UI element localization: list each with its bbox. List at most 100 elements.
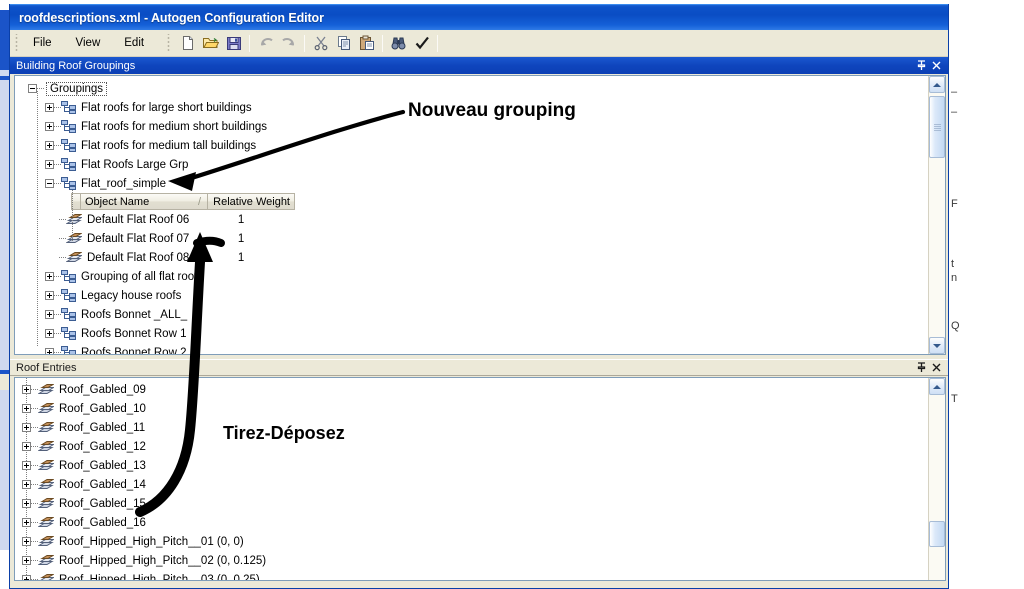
tree-row-grouping[interactable]: Flat Roofs Large Grp bbox=[15, 155, 928, 174]
find-button[interactable] bbox=[387, 32, 410, 54]
grid-column-relative-weight[interactable]: Relative Weight bbox=[208, 194, 294, 209]
pin-icon[interactable] bbox=[914, 59, 929, 73]
grid-column-object-name[interactable]: Object Name / bbox=[81, 194, 208, 209]
entry-expander[interactable] bbox=[22, 556, 31, 565]
roof-entries-scrollbar-thumb[interactable] bbox=[929, 521, 945, 547]
list-item[interactable]: Roof_Gabled_12 bbox=[15, 437, 928, 456]
new-file-button[interactable] bbox=[176, 32, 199, 54]
grouping-expander[interactable] bbox=[45, 272, 54, 281]
list-item[interactable]: Roof_Hipped_High_Pitch__01 (0, 0) bbox=[15, 532, 928, 551]
undo-button[interactable] bbox=[254, 32, 277, 54]
grouping-icon bbox=[61, 289, 76, 302]
grid-row-connector bbox=[59, 257, 66, 258]
menu-gripper[interactable] bbox=[13, 34, 21, 52]
list-item[interactable]: Roof_Gabled_11 bbox=[15, 418, 928, 437]
tree-row-grouping[interactable]: Flat roofs for large short buildings bbox=[15, 98, 928, 117]
close-icon[interactable] bbox=[929, 59, 944, 73]
grid-row[interactable]: Default Flat Roof 06 1 bbox=[15, 210, 928, 229]
list-item[interactable]: Roof_Hipped_High_Pitch__02 (0, 0.125) bbox=[15, 551, 928, 570]
grouping-expander[interactable] bbox=[45, 348, 54, 354]
entry-expander[interactable] bbox=[22, 499, 31, 508]
grouping-expander[interactable] bbox=[45, 160, 54, 169]
entry-connector bbox=[31, 427, 38, 428]
grid-cell-object-name: Default Flat Roof 07 bbox=[87, 232, 190, 245]
entry-expander[interactable] bbox=[22, 461, 31, 470]
groupings-scrollbar-thumb[interactable] bbox=[929, 96, 945, 158]
panel-title-roof-entries: Roof Entries bbox=[16, 361, 77, 374]
redo-arrow-icon bbox=[281, 37, 294, 46]
toolbar-gripper[interactable] bbox=[165, 34, 174, 52]
groupings-tree[interactable]: Groupings Flat roofs for large short bui… bbox=[15, 76, 928, 354]
roof-entries-tree[interactable]: Roof_Gabled_09 Roof_Gabled_10 Roof_Gable… bbox=[15, 378, 928, 580]
entry-expander[interactable] bbox=[22, 423, 31, 432]
list-item-label: Roof_Hipped_High_Pitch__02 (0, 0.125) bbox=[59, 554, 267, 567]
redo-button[interactable] bbox=[277, 32, 300, 54]
grid-cell-relative-weight: 1 bbox=[237, 232, 245, 245]
open-file-button[interactable] bbox=[199, 32, 222, 54]
entry-expander[interactable] bbox=[22, 575, 31, 580]
grouping-expander[interactable] bbox=[45, 141, 54, 150]
list-item[interactable]: Roof_Hipped_High_Pitch__03 (0, 0.25) bbox=[15, 570, 928, 580]
roof-icon bbox=[37, 478, 56, 491]
grouping-expander[interactable] bbox=[45, 179, 54, 188]
grouping-expander[interactable] bbox=[45, 291, 54, 300]
list-item[interactable]: Roof_Gabled_16 bbox=[15, 513, 928, 532]
tree-row-grouping[interactable]: Legacy house roofs bbox=[15, 286, 928, 305]
grouping-connector bbox=[54, 164, 61, 165]
cut-button[interactable] bbox=[309, 32, 332, 54]
list-item[interactable]: Roof_Gabled_15 bbox=[15, 494, 928, 513]
grouping-expander[interactable] bbox=[45, 103, 54, 112]
tree-row-grouping-expanded[interactable]: Flat_roof_simple bbox=[15, 174, 928, 193]
grouping-expander[interactable] bbox=[45, 122, 54, 131]
panel-header-roof-entries[interactable]: Roof Entries bbox=[10, 359, 948, 376]
groupings-vertical-scrollbar[interactable] bbox=[928, 76, 945, 354]
list-item-label: Roof_Gabled_15 bbox=[59, 497, 146, 510]
pin-glyph bbox=[917, 60, 926, 70]
list-item[interactable]: Roof_Gabled_14 bbox=[15, 475, 928, 494]
copy-button[interactable] bbox=[332, 32, 355, 54]
menu-item-view[interactable]: View bbox=[65, 34, 112, 52]
groupings-scroll-up-button[interactable] bbox=[929, 76, 945, 93]
grid-row-handle-column[interactable] bbox=[72, 194, 81, 209]
grid-cell-object-name: Default Flat Roof 06 bbox=[87, 213, 190, 226]
groupings-scroll-down-button[interactable] bbox=[929, 337, 945, 354]
tree-row-grouping[interactable]: Flat roofs for medium short buildings bbox=[15, 117, 928, 136]
grid-column-relative-weight-label: Relative Weight bbox=[213, 195, 290, 208]
entry-expander[interactable] bbox=[22, 537, 31, 546]
entry-expander[interactable] bbox=[22, 385, 31, 394]
entry-expander[interactable] bbox=[22, 518, 31, 527]
root-expander[interactable] bbox=[28, 84, 37, 93]
panel-header-building-roof-groupings[interactable]: Building Roof Groupings bbox=[10, 57, 948, 74]
roof-entries-scrollbar-track[interactable] bbox=[929, 395, 945, 580]
tree-row-grouping[interactable]: Flat roofs for medium tall buildings bbox=[15, 136, 928, 155]
close-icon[interactable] bbox=[929, 361, 944, 375]
entry-connector bbox=[31, 389, 38, 390]
grouping-icon bbox=[61, 308, 76, 321]
tree-row-grouping[interactable]: Roofs Bonnet Row 2 bbox=[15, 343, 928, 354]
list-item[interactable]: Roof_Gabled_10 bbox=[15, 399, 928, 418]
tree-row-grouping[interactable]: Roofs Bonnet Row 1 bbox=[15, 324, 928, 343]
pin-icon[interactable] bbox=[914, 361, 929, 375]
save-button[interactable] bbox=[222, 32, 245, 54]
validate-button[interactable] bbox=[410, 32, 433, 54]
roof-entries-scroll-up-button[interactable] bbox=[929, 378, 945, 395]
menu-item-edit[interactable]: Edit bbox=[113, 34, 155, 52]
tree-row-grouping[interactable]: Grouping of all flat roofs bbox=[15, 267, 928, 286]
list-item[interactable]: Roof_Gabled_09 bbox=[15, 380, 928, 399]
grid-row[interactable]: Default Flat Roof 07 1 bbox=[15, 229, 928, 248]
entry-expander[interactable] bbox=[22, 480, 31, 489]
entry-expander[interactable] bbox=[22, 404, 31, 413]
list-item-label: Roof_Gabled_14 bbox=[59, 478, 146, 491]
grid-row[interactable]: Default Flat Roof 08 1 bbox=[15, 248, 928, 267]
grouping-expander[interactable] bbox=[45, 329, 54, 338]
entry-expander[interactable] bbox=[22, 442, 31, 451]
paste-button[interactable] bbox=[355, 32, 378, 54]
roof-icon bbox=[37, 459, 56, 472]
tree-row-grouping[interactable]: Roofs Bonnet _ALL_ bbox=[15, 305, 928, 324]
tree-row-root[interactable]: Groupings bbox=[15, 79, 928, 98]
new-file-icon bbox=[182, 36, 193, 50]
roof-entries-vertical-scrollbar[interactable] bbox=[928, 378, 945, 580]
menu-item-file[interactable]: File bbox=[22, 34, 63, 52]
list-item[interactable]: Roof_Gabled_13 bbox=[15, 456, 928, 475]
grouping-expander[interactable] bbox=[45, 310, 54, 319]
